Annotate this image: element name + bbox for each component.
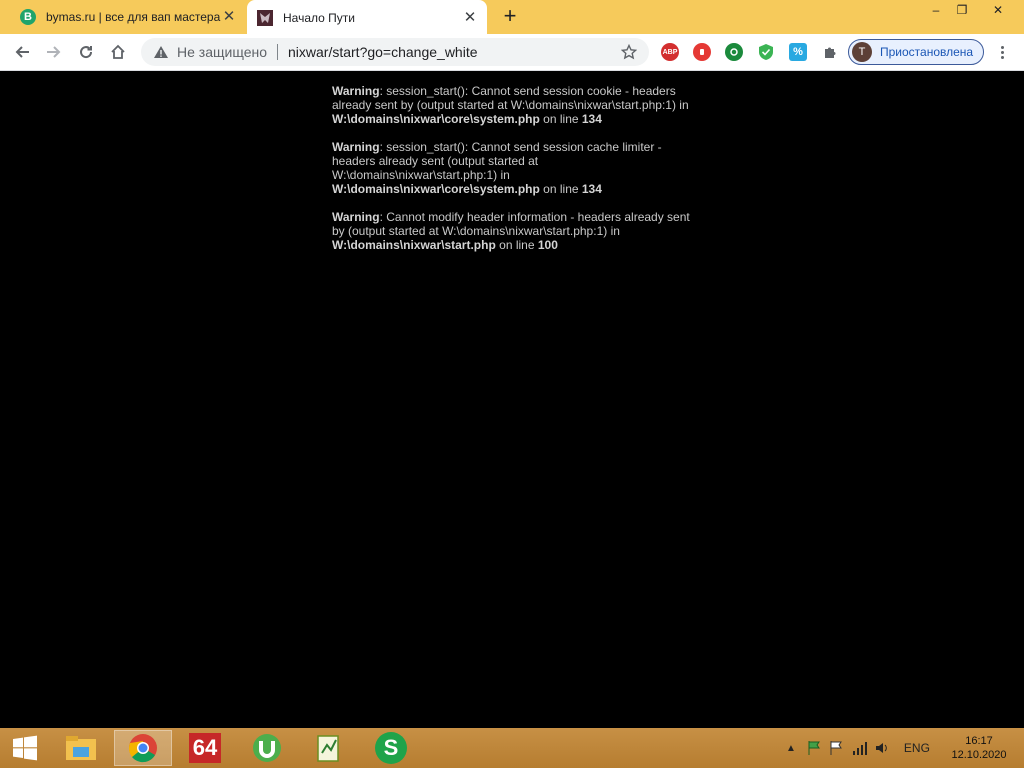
- notepad-plus-icon[interactable]: [300, 730, 358, 766]
- tab-close-icon[interactable]: ✕: [462, 9, 478, 26]
- kebab-dot-icon: [1000, 55, 1004, 59]
- chevron-up-icon[interactable]: ▲: [786, 743, 796, 754]
- flag-white-icon[interactable]: [828, 740, 844, 756]
- system-tray: ▲ ENG: [786, 728, 930, 768]
- nixwar-favicon-icon: [257, 9, 273, 26]
- omnibox-divider: [277, 44, 278, 60]
- windows-taskbar: 64 S ▲ ENG 16:17 12.10.2020: [0, 728, 1024, 768]
- warning-on-line: on line: [495, 238, 538, 252]
- reload-icon: [80, 46, 93, 59]
- clock-date: 12.10.2020: [951, 749, 1007, 761]
- warning-file: W:\domains\nixwar\core\system.php: [332, 182, 540, 196]
- profile-button[interactable]: T Приостановлена: [848, 39, 984, 65]
- chrome-icon[interactable]: [114, 730, 172, 766]
- warning-triangle-icon[interactable]: [153, 44, 169, 60]
- warning-line-number: 134: [581, 112, 602, 126]
- clock[interactable]: 16:17 12.10.2020: [948, 734, 1010, 762]
- home-icon: [111, 44, 125, 59]
- arrow-right-icon: [47, 46, 61, 58]
- new-tab-button[interactable]: +: [499, 5, 521, 28]
- warning-file: W:\domains\nixwar\core\system.php: [332, 112, 540, 126]
- warning-text: : session_start(): Cannot send session c…: [332, 140, 662, 182]
- warning-text: : session_start(): Cannot send session c…: [332, 84, 689, 112]
- adblock-plus-icon[interactable]: ABP: [661, 43, 679, 61]
- arrow-left-icon: [15, 46, 29, 58]
- kebab-dot-icon: [1000, 50, 1004, 54]
- warning-prefix: Warning: [332, 140, 380, 154]
- forward-button[interactable]: [42, 40, 66, 64]
- aida64-label: 64: [189, 733, 221, 763]
- address-bar[interactable]: Не защищено nixwar/start?go=change_white: [141, 38, 649, 66]
- not-secure-label[interactable]: Не защищено: [177, 44, 267, 60]
- warning-message: Warning: session_start(): Cannot send se…: [332, 140, 702, 196]
- network-bars-icon[interactable]: [852, 740, 868, 756]
- tab-title: Начало Пути: [283, 10, 355, 25]
- profile-status-label: Приостановлена: [880, 45, 974, 59]
- s-app-label: S: [375, 732, 407, 764]
- speaker-icon[interactable]: [874, 740, 890, 756]
- menu-button[interactable]: [992, 42, 1012, 62]
- url-text[interactable]: nixwar/start?go=change_white: [288, 44, 619, 60]
- warning-prefix: Warning: [332, 210, 380, 224]
- tab-bymas[interactable]: B bymas.ru | все для вап мастера ✕: [10, 0, 246, 34]
- file-explorer-icon[interactable]: [52, 730, 110, 766]
- page-content: Warning: session_start(): Cannot send se…: [0, 72, 1024, 728]
- stop-hand-icon[interactable]: [693, 43, 711, 61]
- browser-toolbar: Не защищено nixwar/start?go=change_white…: [0, 34, 1024, 71]
- language-indicator[interactable]: ENG: [904, 741, 930, 755]
- warning-on-line: on line: [539, 182, 582, 196]
- clock-time: 16:17: [965, 735, 993, 747]
- warning-on-line: on line: [539, 112, 582, 126]
- warning-message: Warning: Cannot modify header informatio…: [332, 210, 702, 252]
- home-button[interactable]: [106, 40, 130, 64]
- windows-start-icon[interactable]: [0, 730, 50, 766]
- tab-strip: B bymas.ru | все для вап мастера ✕ Начал…: [0, 0, 1024, 35]
- percent-icon[interactable]: %: [789, 43, 807, 61]
- kebab-dot-icon: [1000, 45, 1004, 49]
- bymas-favicon-icon: B: [20, 9, 36, 25]
- warning-message: Warning: session_start(): Cannot send se…: [332, 84, 702, 126]
- tab-close-icon[interactable]: ✕: [221, 9, 237, 25]
- avatar: T: [852, 42, 872, 62]
- restore-button[interactable]: ❐: [946, 0, 978, 20]
- warning-file: W:\domains\nixwar\start.php: [332, 238, 496, 252]
- flag-green-icon[interactable]: [806, 740, 822, 756]
- php-warnings: Warning: session_start(): Cannot send se…: [332, 84, 702, 266]
- tab-nachalo-puti[interactable]: Начало Пути ✕: [247, 0, 487, 35]
- puzzle-icon[interactable]: [821, 43, 839, 61]
- close-window-button[interactable]: ✕: [982, 0, 1014, 20]
- bookmark-star-icon[interactable]: [619, 42, 639, 62]
- warning-line-number: 134: [581, 182, 602, 196]
- warning-text: : Cannot modify header information - hea…: [332, 210, 690, 238]
- back-button[interactable]: [10, 40, 34, 64]
- reload-button[interactable]: [74, 40, 98, 64]
- aida64-icon[interactable]: 64: [176, 730, 234, 766]
- warning-prefix: Warning: [332, 84, 380, 98]
- s-app-icon[interactable]: S: [362, 730, 420, 766]
- green-robot-icon[interactable]: [725, 43, 743, 61]
- shield-check-icon[interactable]: [757, 43, 775, 61]
- tab-title: bymas.ru | все для вап мастера: [46, 10, 221, 24]
- utorrent-icon[interactable]: [238, 730, 296, 766]
- warning-line-number: 100: [537, 238, 558, 252]
